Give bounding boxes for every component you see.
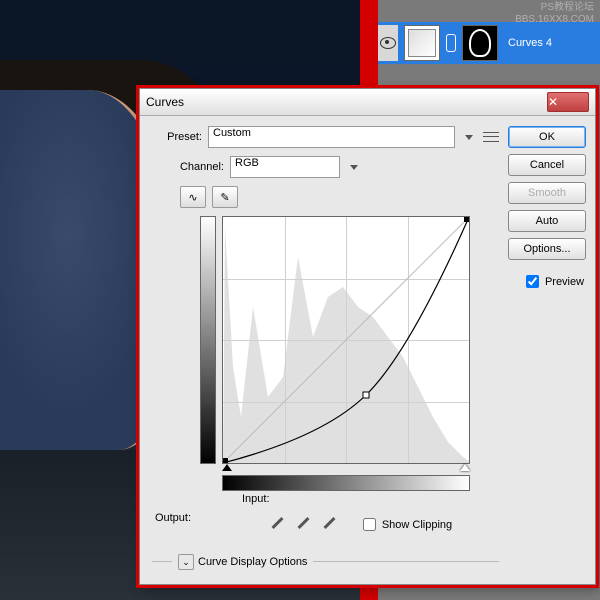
dialog-title: Curves <box>146 95 547 109</box>
layer-mask-thumbnail[interactable] <box>462 25 498 61</box>
input-gradient <box>222 475 470 491</box>
eye-icon <box>380 37 396 49</box>
channel-label: Channel: <box>152 161 224 173</box>
watermark-line1: PS教程论坛 <box>515 2 594 14</box>
close-icon: ✕ <box>548 95 588 109</box>
watermark-line2: BBS.16XX8.COM <box>515 14 594 26</box>
white-eyedropper[interactable] <box>321 516 339 534</box>
mask-shape-icon <box>469 29 491 57</box>
link-icon[interactable] <box>446 34 456 52</box>
output-gradient <box>200 216 216 464</box>
show-clipping-checkbox[interactable]: Show Clipping <box>359 515 452 534</box>
preview-checkbox[interactable]: Preview <box>522 272 584 291</box>
ok-button[interactable]: OK <box>508 126 586 148</box>
preset-label: Preset: <box>152 131 202 143</box>
curve-point-tool[interactable]: ∿ <box>180 186 206 208</box>
curves-grid[interactable] <box>222 216 470 464</box>
curves-icon <box>408 29 436 57</box>
pencil-tool[interactable]: ✎ <box>212 186 238 208</box>
black-eyedropper[interactable] <box>269 516 287 534</box>
channel-dropdown[interactable]: RGB <box>230 156 340 178</box>
chevron-down-icon <box>465 135 473 140</box>
curve-display-options-toggle[interactable]: ⌄Curve Display Options <box>152 548 499 576</box>
curve-line <box>223 217 469 463</box>
black-point-slider[interactable] <box>222 464 232 471</box>
layer-row[interactable]: Curves 4 <box>378 22 600 64</box>
curves-dialog: Curves ✕ Preset: Custom Channel: RGB ∿ ✎… <box>139 88 596 585</box>
layer-name[interactable]: Curves 4 <box>508 37 552 49</box>
preset-dropdown[interactable]: Custom <box>208 126 455 148</box>
smooth-button[interactable]: Smooth <box>508 182 586 204</box>
input-label: Input: <box>242 493 270 505</box>
close-button[interactable]: ✕ <box>547 92 589 112</box>
cancel-button[interactable]: Cancel <box>508 154 586 176</box>
dialog-titlebar[interactable]: Curves ✕ <box>140 89 595 116</box>
gray-eyedropper[interactable] <box>295 516 313 534</box>
auto-button[interactable]: Auto <box>508 210 586 232</box>
output-label: Output: <box>155 512 191 524</box>
options-button[interactable]: Options... <box>508 238 586 260</box>
curve-tool-icon: ∿ <box>188 191 197 204</box>
preset-menu-icon[interactable] <box>483 130 499 144</box>
expand-icon: ⌄ <box>178 554 194 570</box>
adjustment-thumbnail[interactable] <box>404 25 440 61</box>
chevron-down-icon <box>350 165 358 170</box>
watermark: PS教程论坛 BBS.16XX8.COM <box>515 2 594 26</box>
visibility-toggle[interactable] <box>378 25 398 61</box>
pencil-icon: ✎ <box>220 191 229 204</box>
white-point-slider[interactable] <box>460 464 470 471</box>
